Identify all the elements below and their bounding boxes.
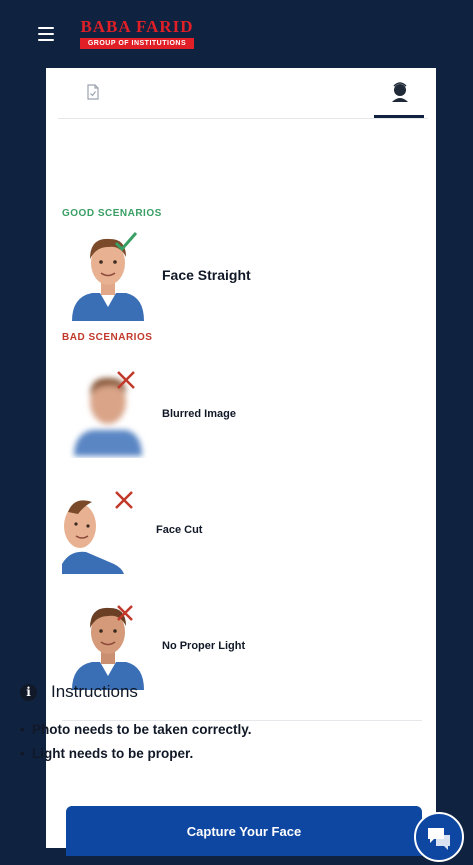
scenario-label-face-cut: Face Cut <box>156 524 203 536</box>
tab-bar <box>58 68 428 119</box>
instruction-item: • Photo needs to be taken correctly. <box>20 722 252 737</box>
cross-icon <box>115 491 133 509</box>
scenario-blurred-image: Blurred Image <box>68 368 428 458</box>
scenario-face-cut: Face Cut <box>62 484 422 574</box>
divider <box>62 720 422 721</box>
tab-face[interactable] <box>374 72 424 118</box>
top-bar: BABA FARID GROUP OF INSTITUTIONS <box>0 0 473 68</box>
instructions-header: i Instructions <box>20 682 138 702</box>
active-tab-indicator <box>374 115 424 118</box>
avatar-blurred <box>74 371 142 456</box>
scenario-label-no-proper-light: No Proper Light <box>162 640 246 652</box>
hamburger-icon[interactable] <box>38 27 54 41</box>
face-icon <box>392 82 408 102</box>
tab-document[interactable] <box>86 84 100 100</box>
document-icon <box>87 84 99 100</box>
avatar-face-straight <box>72 232 144 321</box>
check-icon <box>114 232 138 252</box>
info-icon: i <box>20 683 37 701</box>
scenario-label-blurred-image: Blurred Image <box>162 408 236 420</box>
instructions-list: • Photo needs to be taken correctly. • Lig… <box>20 722 380 770</box>
logo-subtitle: GROUP OF INSTITUTIONS <box>80 38 194 49</box>
avatar-no-proper-light <box>72 605 144 690</box>
scenario-no-proper-light: No Proper Light <box>68 600 428 690</box>
instructions-title: Instructions <box>51 682 138 701</box>
cross-icon <box>117 371 135 389</box>
chat-icon <box>428 828 450 850</box>
chat-button[interactable] <box>414 812 464 862</box>
instruction-item: • Light needs to be proper. <box>20 746 194 761</box>
scenario-label-face-straight: Face Straight <box>162 267 251 283</box>
capture-face-button[interactable]: Capture Your Face <box>66 806 422 856</box>
logo-title: BABA FARID <box>80 17 194 36</box>
bad-scenarios-heading: BAD SCENARIOS <box>62 332 153 343</box>
logo[interactable]: BABA FARID GROUP OF INSTITUTIONS <box>80 18 194 52</box>
good-scenarios-heading: GOOD SCENARIOS <box>62 208 162 219</box>
scenario-face-straight: Face Straight <box>68 231 428 321</box>
avatar-face-cut <box>62 491 133 574</box>
